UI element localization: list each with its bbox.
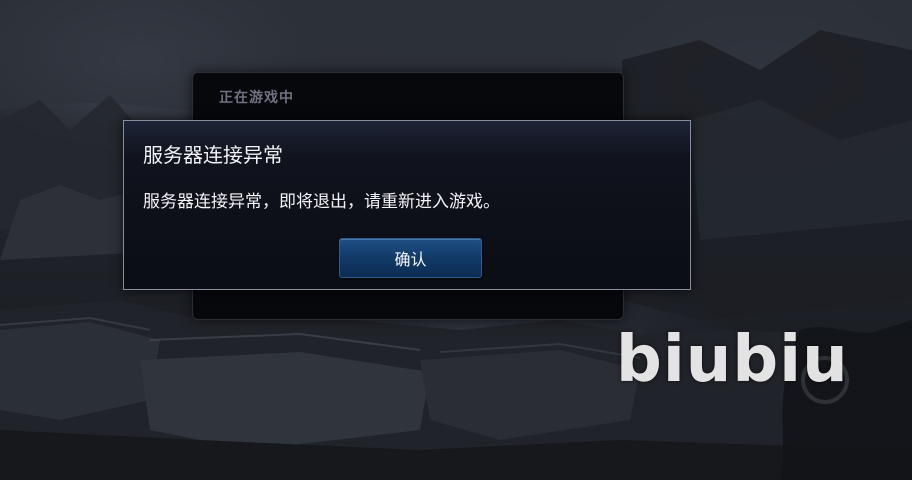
dialog-title: 服务器连接异常 — [143, 143, 283, 167]
error-dialog: 服务器连接异常 服务器连接异常，即将退出，请重新进入游戏。 确认 — [123, 120, 691, 290]
dialog-message: 服务器连接异常，即将退出，请重新进入游戏。 — [143, 192, 500, 212]
watermark-logo: biubiu — [616, 323, 849, 397]
loading-panel-title: 正在游戏中 — [219, 90, 294, 106]
confirm-button[interactable]: 确认 — [339, 238, 482, 278]
